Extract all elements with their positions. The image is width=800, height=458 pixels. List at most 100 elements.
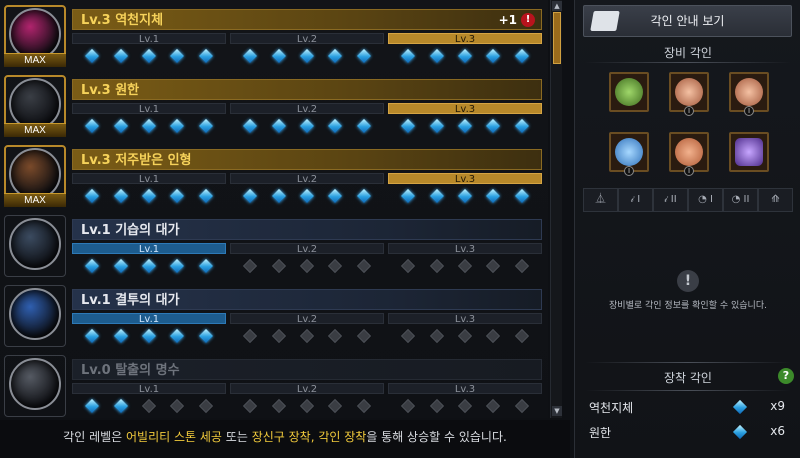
engraving-gem-icon bbox=[141, 328, 157, 344]
engraving-gem-icon bbox=[457, 398, 473, 414]
level-segment: Lv.2 bbox=[230, 103, 384, 135]
tab-necklace[interactable]: ⏅ bbox=[583, 188, 618, 212]
tab-earring-1[interactable]: 𝒾 I bbox=[618, 188, 653, 212]
engraving-gem-icon bbox=[328, 258, 343, 274]
gem-row bbox=[388, 184, 542, 204]
engraving-gem-icon bbox=[85, 398, 100, 414]
engraving-gem-icon bbox=[328, 48, 343, 64]
engraving-gem-icon bbox=[429, 328, 444, 344]
bonus-level-text: +1 bbox=[498, 13, 517, 27]
engraving-levels: Lv.1 Lv.2 Lv.3 bbox=[72, 33, 542, 65]
engraving-guide-button[interactable]: 각인 안내 보기 bbox=[583, 5, 792, 37]
tier-badge: I bbox=[684, 106, 694, 116]
tab-ring-2[interactable]: ◔ II bbox=[723, 188, 758, 212]
tab-earring-2[interactable]: 𝒾 II bbox=[653, 188, 688, 212]
ability-stone-slot[interactable] bbox=[729, 132, 769, 172]
engraving-row[interactable]: MAX Lv.3 저주받은 인형 Lv.1 Lv.2 Lv.3 bbox=[0, 142, 546, 209]
earring-icon bbox=[675, 78, 703, 106]
engraving-row[interactable]: Lv.1 기습의 대가 Lv.1 Lv.2 Lv.3 bbox=[0, 212, 546, 279]
engraving-row[interactable]: Lv.0 탈출의 명수 Lv.1 Lv.2 Lv.3 bbox=[0, 352, 546, 418]
engraving-gem-icon bbox=[85, 48, 100, 64]
engraving-gem-icon bbox=[299, 258, 315, 274]
scrollbar[interactable]: ▲ ▼ bbox=[550, 0, 562, 418]
engraving-title: Lv.0 탈출의 명수 bbox=[72, 359, 542, 380]
engraving-side-panel: 각인 안내 보기 장비 각인 I I I I ⏅ 𝒾 I 𝒾 II ◔ I ◔ … bbox=[574, 0, 800, 458]
engraving-gem-icon bbox=[198, 328, 213, 344]
ring-slot-2[interactable]: I bbox=[669, 132, 709, 176]
gem-row bbox=[388, 394, 542, 414]
engraving-gem-icon bbox=[401, 48, 416, 64]
engraving-gem-icon bbox=[243, 398, 258, 414]
level-label: Lv.3 bbox=[388, 103, 542, 115]
engraving-gem-icon bbox=[243, 328, 258, 344]
level-segment: Lv.2 bbox=[230, 173, 384, 205]
engraving-icon bbox=[4, 355, 66, 417]
engraving-title: Lv.1 기습의 대가 bbox=[72, 219, 542, 240]
scrollbar-thumb[interactable] bbox=[553, 12, 561, 64]
level-label: Lv.3 bbox=[388, 243, 542, 255]
book-icon bbox=[590, 11, 620, 31]
scroll-down-arrow-icon[interactable]: ▼ bbox=[552, 406, 562, 416]
engraving-gem-icon bbox=[299, 188, 315, 204]
divider bbox=[585, 62, 791, 63]
engraving-gem-icon bbox=[170, 328, 185, 344]
engraving-gem-icon bbox=[457, 258, 473, 274]
gem-row bbox=[230, 184, 384, 204]
gem-row bbox=[230, 44, 384, 64]
level-label: Lv.1 bbox=[72, 383, 226, 395]
engraving-gem-icon bbox=[429, 188, 444, 204]
divider bbox=[585, 362, 791, 363]
engraving-gem-icon bbox=[486, 328, 501, 344]
exclamation-icon: ! bbox=[677, 270, 699, 292]
tab-ring-1[interactable]: ◔ I bbox=[688, 188, 723, 212]
level-segment: Lv.1 bbox=[72, 173, 226, 205]
engraving-hint: 각인 레벨은 어빌리티 스톤 세공 또는 장신구 장착, 각인 장착을 통해 상… bbox=[0, 420, 570, 458]
max-badge: MAX bbox=[4, 53, 66, 67]
gem-row bbox=[388, 324, 542, 344]
tab-ability-stone[interactable]: ⟰ bbox=[758, 188, 793, 212]
engraving-row[interactable]: MAX Lv.3 원한 Lv.1 Lv.2 Lv.3 bbox=[0, 72, 546, 139]
mounted-engraving-name: 원한 bbox=[589, 426, 612, 440]
engraving-gem-icon bbox=[243, 188, 258, 204]
alert-icon[interactable]: ! bbox=[521, 13, 535, 27]
necklace-icon bbox=[615, 78, 643, 106]
engraving-title-text: Lv.0 탈출의 명수 bbox=[81, 363, 180, 378]
engraving-row[interactable]: Lv.1 결투의 대가 Lv.1 Lv.2 Lv.3 bbox=[0, 282, 546, 349]
guide-button-label: 각인 안내 보기 bbox=[650, 14, 725, 28]
necklace-slot[interactable] bbox=[609, 72, 649, 112]
engraving-gem-icon bbox=[401, 398, 416, 414]
engraving-gem-icon bbox=[243, 258, 258, 274]
level-segment: Lv.2 bbox=[230, 243, 384, 275]
engraving-gem-icon bbox=[198, 258, 213, 274]
help-icon[interactable]: ? bbox=[778, 368, 794, 384]
engraving-levels: Lv.1 Lv.2 Lv.3 bbox=[72, 173, 542, 205]
engraving-title-text: Lv.1 결투의 대가 bbox=[81, 293, 180, 308]
engraving-gem-icon bbox=[271, 188, 286, 204]
ability-stone-icon bbox=[735, 138, 763, 166]
ring-icon bbox=[615, 138, 643, 166]
hint-text: 을 통해 상승할 수 있습니다. bbox=[366, 430, 507, 444]
level-segment: Lv.1 bbox=[72, 313, 226, 345]
engraving-gem-icon bbox=[486, 48, 501, 64]
level-segment: Lv.3 bbox=[388, 243, 542, 275]
mounted-engraving-item: 역천지체 x9 bbox=[589, 399, 789, 415]
level-label: Lv.3 bbox=[388, 33, 542, 45]
earring-slot-2[interactable]: I bbox=[729, 72, 769, 116]
level-segment: Lv.2 bbox=[230, 383, 384, 415]
engraving-gem-icon bbox=[271, 258, 286, 274]
engraving-title-text: Lv.1 기습의 대가 bbox=[81, 223, 180, 238]
engraving-gem-icon bbox=[299, 118, 315, 134]
engraving-title-text: Lv.3 저주받은 인형 bbox=[81, 153, 192, 168]
engraving-gem-icon bbox=[170, 48, 185, 64]
ring-slot-1[interactable]: I bbox=[609, 132, 649, 176]
engraving-gem-icon bbox=[85, 188, 100, 204]
engraving-title: Lv.3 원한 bbox=[72, 79, 542, 100]
engraving-gem-icon bbox=[141, 398, 157, 414]
engraving-gem-icon bbox=[401, 118, 416, 134]
earring-slot-1[interactable]: I bbox=[669, 72, 709, 116]
gem-row bbox=[72, 324, 226, 344]
scroll-up-arrow-icon[interactable]: ▲ bbox=[552, 1, 562, 11]
tier-badge: I bbox=[684, 166, 694, 176]
engraving-gem-icon bbox=[401, 188, 416, 204]
engraving-row[interactable]: MAX Lv.3 역천지체 +1! Lv.1 Lv.2 Lv.3 bbox=[0, 2, 546, 69]
